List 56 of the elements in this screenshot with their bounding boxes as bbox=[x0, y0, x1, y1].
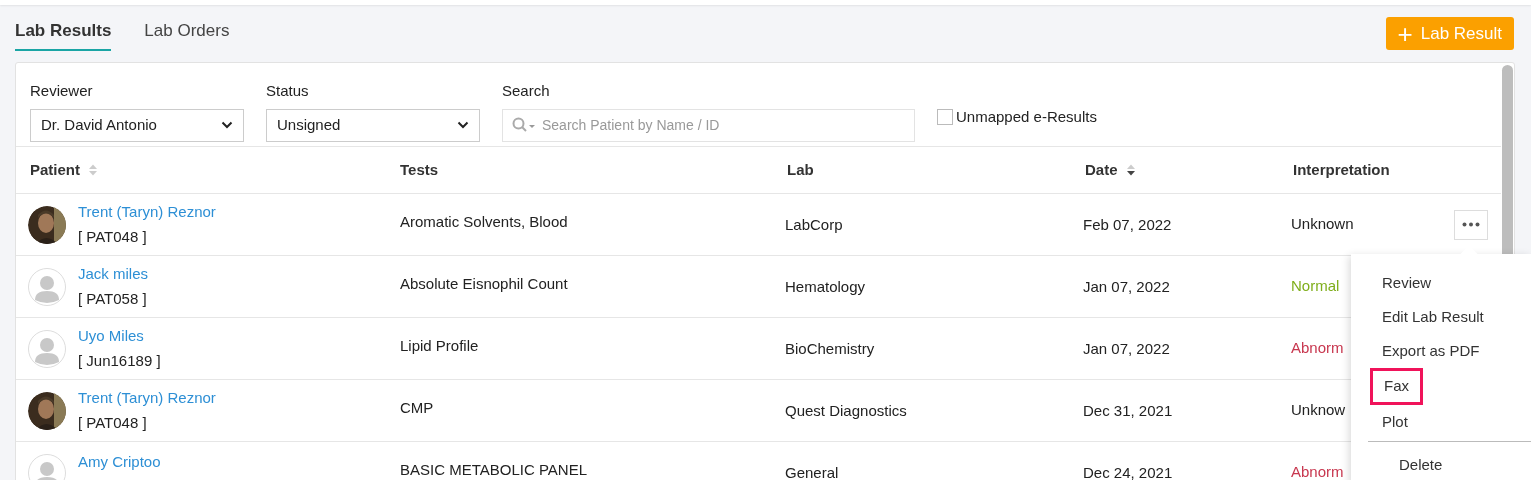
field-label: Status bbox=[266, 81, 310, 101]
reviewer-dropdown[interactable]: Dr. David Antonio bbox=[30, 108, 244, 142]
table-cell: Hematology bbox=[785, 277, 866, 295]
table-cell: Lipid Profile bbox=[400, 336, 479, 354]
table-cell: Jan 07, 2022 bbox=[1083, 339, 1170, 357]
column-header: Patient bbox=[30, 159, 80, 180]
interpretation-cell-text: Abnorm bbox=[1291, 338, 1344, 359]
chevron-down-icon bbox=[457, 121, 469, 129]
interpretation-cell-text: Abnorm bbox=[1291, 462, 1344, 480]
table-cell: LabCorp bbox=[785, 215, 843, 233]
sort-icon[interactable] bbox=[1125, 163, 1136, 177]
patient-name-link[interactable]: Uyo Miles bbox=[78, 324, 161, 347]
patient-name-link[interactable]: Amy Criptoo bbox=[78, 450, 161, 474]
interpretation-cell-text: Unknow bbox=[1291, 400, 1346, 421]
interpretation-cell-text: Unknown bbox=[1291, 214, 1354, 235]
patient-name-link[interactable]: Trent (Taryn) Reznor bbox=[78, 386, 216, 409]
unmapped-checkbox[interactable]: Unmapped e-Results bbox=[937, 106, 1097, 129]
menu-item[interactable]: Plot bbox=[1382, 405, 1408, 439]
table-cell: Jan 07, 2022 bbox=[1083, 277, 1170, 295]
more-button[interactable] bbox=[1454, 209, 1488, 240]
menu-item[interactable]: Delete bbox=[1399, 448, 1443, 480]
column-header: Date bbox=[1085, 159, 1118, 180]
more-icon bbox=[1462, 222, 1480, 227]
field-label: Reviewer bbox=[30, 81, 94, 101]
table-cell: Quest Diagnostics bbox=[785, 401, 907, 419]
search-input[interactable]: Search Patient by Name / ID bbox=[542, 114, 905, 136]
table-cell: Aromatic Solvents, Blood bbox=[400, 212, 568, 230]
table-cell: Dec 24, 2021 bbox=[1083, 463, 1173, 480]
table-cell: BASIC METABOLIC PANEL bbox=[400, 460, 587, 478]
menu-item[interactable]: Fax bbox=[1370, 368, 1423, 405]
column-header: Tests bbox=[400, 159, 439, 180]
column-header: Lab bbox=[787, 159, 814, 180]
patient-id: [ PAT048 ] bbox=[78, 413, 148, 433]
patient-name-link[interactable]: Trent (Taryn) Reznor bbox=[78, 200, 216, 223]
table-cell: CMP bbox=[400, 398, 434, 416]
tab[interactable]: Lab Results bbox=[15, 18, 112, 51]
menu-item[interactable]: Export as PDF bbox=[1382, 334, 1480, 368]
status-dropdown[interactable]: Unsigned bbox=[266, 108, 480, 142]
field-label: Search bbox=[502, 81, 551, 101]
tab[interactable]: Lab Orders bbox=[144, 18, 230, 51]
table-cell: BioChemistry bbox=[785, 339, 875, 357]
table-cell: General bbox=[785, 463, 839, 480]
menu-item[interactable]: Edit Lab Result bbox=[1382, 300, 1484, 334]
interpretation-cell-text: Normal bbox=[1291, 276, 1340, 297]
patient-id: [ PAT058 ] bbox=[78, 289, 148, 309]
column-header: Interpretation bbox=[1293, 159, 1390, 180]
patient-id: [ Jun16189 ] bbox=[78, 351, 161, 371]
patient-name-link[interactable]: Jack miles bbox=[78, 262, 148, 285]
patient-id: [ PAT048 ] bbox=[78, 227, 148, 247]
table-cell: Dec 31, 2021 bbox=[1083, 401, 1173, 419]
menu-item[interactable]: Review bbox=[1382, 266, 1432, 300]
search-icon bbox=[512, 117, 536, 133]
table-cell: Absolute Eisnophil Count bbox=[400, 274, 568, 292]
chevron-down-icon bbox=[221, 121, 233, 129]
table-cell: Feb 07, 2022 bbox=[1083, 215, 1172, 233]
search-field[interactable]: Search Patient by Name / ID bbox=[502, 108, 915, 142]
